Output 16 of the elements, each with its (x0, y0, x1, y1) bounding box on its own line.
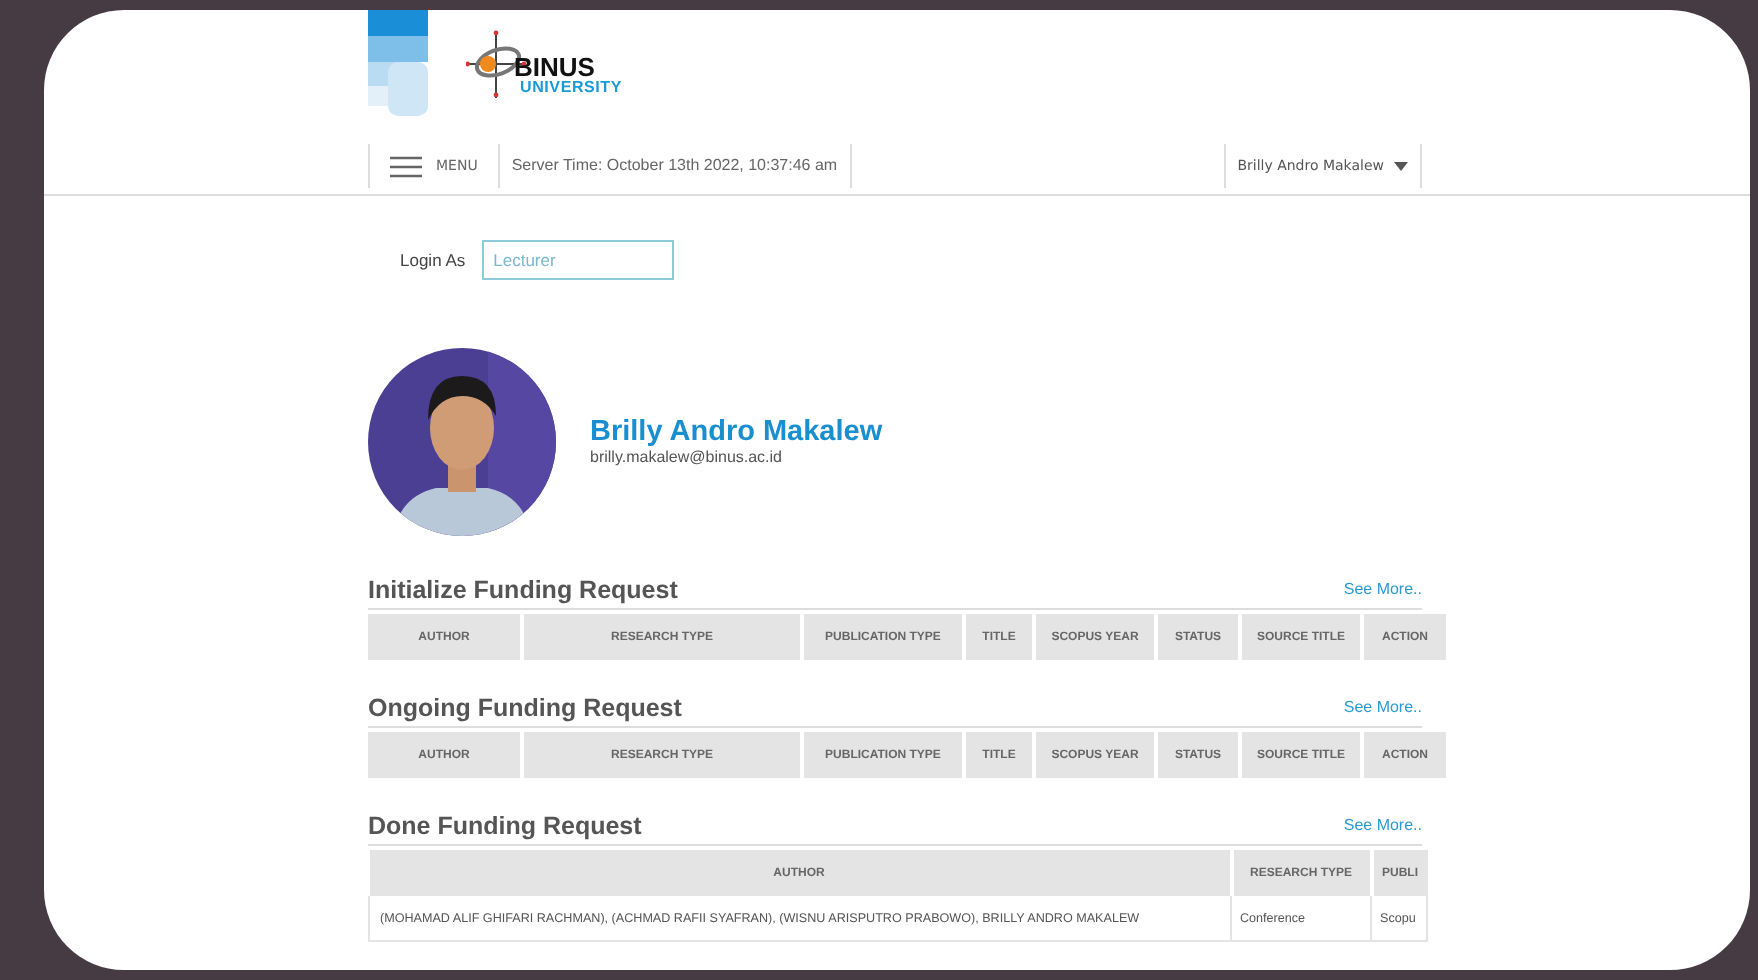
logo-blocks-icon (368, 10, 428, 116)
see-more-link[interactable]: See More.. (1343, 816, 1422, 834)
server-time: Server Time: October 13th 2022, 10:37:46 am (499, 144, 852, 188)
login-as-label: Login As (400, 250, 466, 270)
section-title: Done Funding Request (368, 812, 642, 840)
see-more-link[interactable]: See More.. (1343, 580, 1422, 598)
login-as-field[interactable]: Lecturer (481, 240, 674, 280)
menu-icon (390, 155, 422, 177)
logo-subtitle: UNIVERSITY (520, 80, 623, 96)
section-title: Ongoing Funding Request (368, 694, 682, 722)
caret-icon (1394, 161, 1408, 171)
logo-wordmark: BINUS (514, 54, 595, 80)
see-more-link[interactable]: See More.. (1343, 698, 1422, 716)
profile-email: brilly.makalew@binus.ac.id (590, 447, 785, 465)
section-title: Initialize Funding Request (368, 576, 678, 604)
profile-name: Brilly Andro Makalew (590, 415, 883, 447)
